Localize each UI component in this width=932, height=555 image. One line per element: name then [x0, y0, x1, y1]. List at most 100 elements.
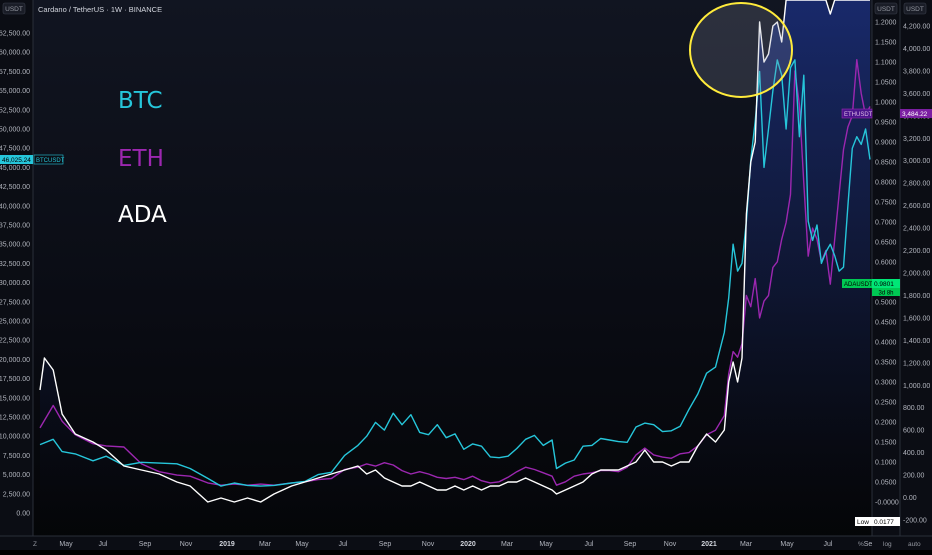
eth-axis-tick: 4,200.00	[903, 24, 930, 31]
eth-axis-tick: 1,800.00	[903, 293, 930, 300]
time-axis: May Jul Sep Nov 2019 Mar May Jul Sep Nov 2020 Mar Ma…	[59, 541, 872, 548]
btc-axis-tick: 47,500.00	[0, 146, 30, 153]
ada-axis-tick: -0.0000	[875, 500, 899, 507]
ada-axis-tick: 0.8000	[875, 180, 897, 187]
time-axis-tick: Jul	[824, 541, 833, 548]
chart-canvas[interactable]: 0.00 2,500.00 5,000.00 7,500.00 10,000.00 12,…	[0, 0, 932, 550]
btc-axis-tick: 12,500.00	[0, 415, 30, 422]
right-axis-unit-badge-1[interactable]: USDT	[874, 2, 898, 15]
btc-last-price-value: 46,025.24	[2, 157, 31, 164]
time-axis-tick: Mar	[259, 541, 272, 548]
low-label: Low	[857, 519, 869, 526]
btc-last-price-tag: 46,025.24 BTCUSDT	[0, 154, 65, 165]
btc-axis-tick: 5,000.00	[3, 472, 30, 479]
btc-axis-tick: 7,500.00	[3, 453, 30, 460]
btc-axis-tick: 55,000.00	[0, 88, 30, 95]
eth-axis-tick: 0.00	[903, 495, 917, 502]
ada-axis-tick: 0.6000	[875, 260, 897, 267]
percent-scale-button[interactable]: %	[858, 541, 864, 548]
eth-axis-tick: 1,200.00	[903, 360, 930, 367]
ada-axis-tick: 0.2500	[875, 400, 897, 407]
ada-axis-tick: 0.1000	[875, 460, 897, 467]
legend-btc: BTC	[118, 88, 163, 114]
ada-symbol-tag: ADAUSDT	[844, 282, 873, 288]
time-axis-tick: Sep	[139, 541, 152, 548]
ada-axis-tick: 1.0500	[875, 80, 897, 87]
btc-axis-tick: 52,500.00	[0, 107, 30, 114]
highlight-ellipse[interactable]	[689, 2, 793, 98]
eth-axis-tick: 600.00	[903, 428, 925, 435]
btc-axis-tick: 27,500.00	[0, 299, 30, 306]
ada-axis-tick: 0.8500	[875, 160, 897, 167]
eth-axis-tick: 400.00	[903, 450, 925, 457]
eth-axis-tick: 2,200.00	[903, 248, 930, 255]
time-axis-tick: Jul	[339, 541, 348, 548]
time-axis-tick: Jul	[585, 541, 594, 548]
eth-axis-tick: 1,000.00	[903, 383, 930, 390]
btc-axis-tick: 40,000.00	[0, 203, 30, 210]
time-axis-tick: Nov	[422, 541, 435, 548]
ada-axis-tick: 0.4000	[875, 340, 897, 347]
time-axis-tick: Sep	[624, 541, 637, 548]
time-axis-tick: May	[780, 541, 794, 548]
btc-axis-tick: 62,500.00	[0, 31, 30, 38]
ada-axis-tick: 0.0500	[875, 480, 897, 487]
time-axis-tick: May	[539, 541, 553, 548]
time-axis-tick: Nov	[180, 541, 193, 548]
time-axis-tick: Mar	[740, 541, 753, 548]
ada-last-price-value: 0.9801	[874, 281, 894, 288]
time-axis-tick: Jul	[99, 541, 108, 548]
eth-symbol-tag: ETHUSDT	[844, 112, 873, 118]
time-axis-tick: May	[295, 541, 309, 548]
time-axis-tick: Nov	[664, 541, 677, 548]
btc-axis-tick: 50,000.00	[0, 127, 30, 134]
eth-axis-tick: 200.00	[903, 473, 925, 480]
btc-axis-tick: 60,000.00	[0, 50, 30, 57]
btc-axis-tick: 30,000.00	[0, 280, 30, 287]
ada-axis-tick: 1.1500	[875, 40, 897, 47]
eth-axis-tick: 1,600.00	[903, 315, 930, 322]
symbol-title[interactable]: Cardano / TetherUS · 1W · BINANCE	[38, 5, 162, 14]
right-axis-unit-badge-2[interactable]: USDT	[903, 2, 927, 15]
time-axis-tick: Se	[864, 541, 873, 548]
btc-axis-tick: 42,500.00	[0, 184, 30, 191]
ada-axis-tick: 1.1000	[875, 60, 897, 67]
ada-axis-tick: 0.2000	[875, 420, 897, 427]
btc-axis-tick: 10,000.00	[0, 434, 30, 441]
auto-scale-button[interactable]: auto	[908, 541, 921, 548]
ada-axis-tick: 0.3000	[875, 380, 897, 387]
eth-last-price-value: 3,484.22	[902, 111, 928, 118]
eth-axis-tick: 2,800.00	[903, 181, 930, 188]
eth-axis-tick: 2,600.00	[903, 203, 930, 210]
time-axis-tick: Sep	[379, 541, 392, 548]
ada-bar-countdown: 3d 8h	[878, 291, 893, 297]
ada-axis-tick: 0.3500	[875, 360, 897, 367]
ada-axis-tick: 0.4500	[875, 320, 897, 327]
legend-eth: ETH	[118, 146, 164, 172]
legend-ada: ADA	[118, 202, 167, 228]
eth-axis-tick: 2,400.00	[903, 226, 930, 233]
btc-axis-tick: 15,000.00	[0, 395, 30, 402]
ada-axis-tick: 1.0000	[875, 100, 897, 107]
ada-axis-tick: 0.6500	[875, 240, 897, 247]
scale-toggle-button[interactable]: Z	[33, 541, 37, 548]
chart-window[interactable]: 0.00 2,500.00 5,000.00 7,500.00 10,000.00 12,…	[0, 0, 932, 550]
btc-axis-tick: 57,500.00	[0, 69, 30, 76]
left-axis-unit-badge[interactable]: USDT	[2, 2, 26, 15]
btc-axis-tick: 0.00	[16, 511, 30, 518]
btc-axis-tick: 20,000.00	[0, 357, 30, 364]
log-scale-button[interactable]: log	[883, 541, 892, 548]
btc-axis-tick: 22,500.00	[0, 338, 30, 345]
eth-axis-tick: 4,000.00	[903, 46, 930, 53]
low-price-tag: Low 0.0177	[855, 517, 900, 526]
btc-symbol-tag: BTCUSDT	[36, 158, 65, 164]
eth-axis-tick: 3,200.00	[903, 136, 930, 143]
time-axis-tick: 2019	[219, 541, 235, 548]
time-axis-tick: Mar	[501, 541, 514, 548]
time-axis-tick: 2021	[701, 541, 717, 548]
ada-axis-tick: 0.1500	[875, 440, 897, 447]
right-axis-unit-text-1: USDT	[877, 6, 895, 13]
time-axis-tick: 2020	[460, 541, 476, 548]
ada-axis-tick: 0.9000	[875, 140, 897, 147]
eth-axis-tick: -200.00	[903, 518, 927, 525]
